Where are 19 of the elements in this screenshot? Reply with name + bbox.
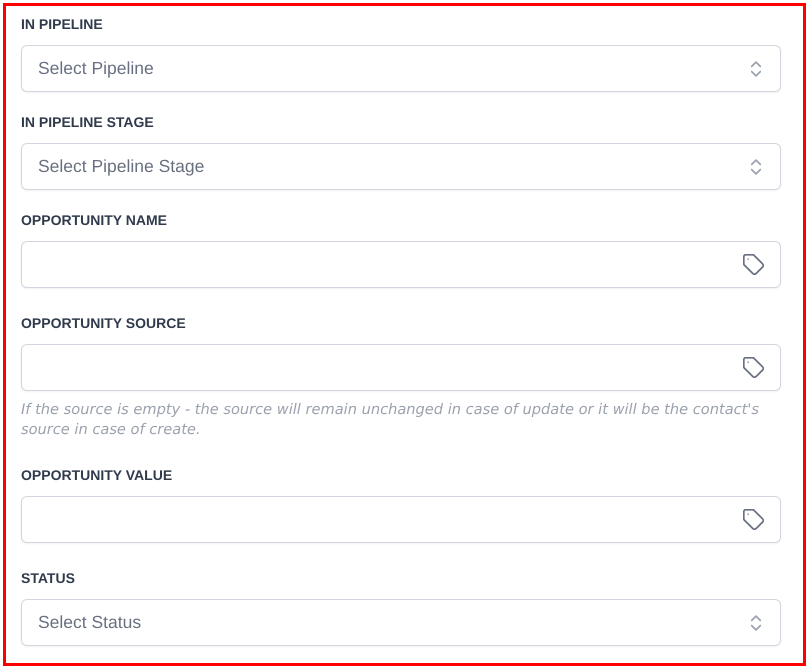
field-label: IN PIPELINE STAGE bbox=[21, 113, 155, 132]
field-label: OPPORTUNITY VALUE bbox=[21, 466, 174, 485]
input-field[interactable] bbox=[21, 496, 781, 543]
input-field[interactable] bbox=[21, 344, 781, 391]
chevron-up-down-icon bbox=[751, 614, 761, 630]
tag-icon bbox=[743, 254, 764, 275]
select-field[interactable]: Select Pipeline Stage bbox=[21, 143, 781, 190]
field-label: OPPORTUNITY SOURCE bbox=[21, 314, 187, 333]
chevron-up-down-icon bbox=[751, 158, 761, 174]
field-label: IN PIPELINE bbox=[21, 15, 104, 34]
chevron-up-down-icon bbox=[751, 60, 761, 76]
field-label: STATUS bbox=[21, 569, 76, 588]
tag-icon bbox=[743, 509, 764, 530]
field-label: OPPORTUNITY NAME bbox=[21, 211, 168, 230]
select-field[interactable]: Select Status bbox=[21, 599, 781, 646]
tag-icon bbox=[743, 357, 764, 378]
input-field[interactable] bbox=[21, 241, 781, 288]
select-field[interactable]: Select Pipeline bbox=[21, 45, 781, 92]
help-text: If the source is empty - the source will remain unchanged in case of update or it will be the contact's source in case of create. bbox=[21, 400, 760, 440]
